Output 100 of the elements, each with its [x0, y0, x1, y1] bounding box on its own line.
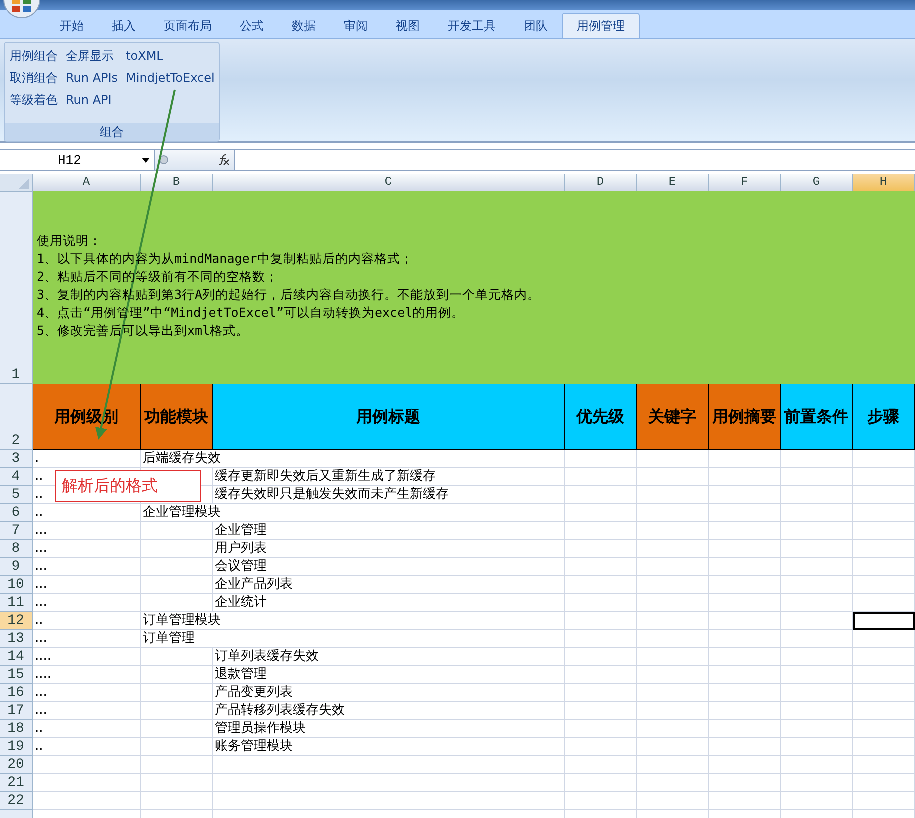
table-cell [781, 774, 853, 792]
corner-triangle-icon [19, 179, 29, 189]
row-header[interactable]: 22 [0, 792, 33, 810]
row-header[interactable]: 15 [0, 666, 33, 684]
ribbon-tab[interactable]: 页面布局 [150, 14, 226, 38]
table-cell [637, 522, 709, 540]
instruction-line: 5、修改完善后可以导出到xml格式。 [37, 322, 250, 340]
table-cell [781, 738, 853, 756]
table-cell [565, 594, 637, 612]
row-header[interactable]: 7 [0, 522, 33, 540]
row-header[interactable]: 19 [0, 738, 33, 756]
table-cell [853, 630, 915, 648]
ribbon-button[interactable]: Run API [65, 89, 120, 111]
ribbon-tab[interactable]: 审阅 [330, 14, 382, 38]
row-header[interactable]: 9 [0, 558, 33, 576]
table-cell [141, 558, 213, 576]
function-icon[interactable] [218, 154, 230, 166]
table-cell [709, 450, 781, 468]
table-cell: ... [33, 594, 141, 612]
table-cell [709, 756, 781, 774]
table-cell [853, 522, 915, 540]
row-header[interactable]: 20 [0, 756, 33, 774]
table-cell [853, 702, 915, 720]
row-header[interactable]: 16 [0, 684, 33, 702]
header-cell: 前置条件 [781, 384, 853, 450]
row-header[interactable]: 17 [0, 702, 33, 720]
header-cell: 功能模块 [141, 384, 213, 450]
table-cell: ... [33, 540, 141, 558]
ribbon-button[interactable]: 等级着色 [9, 89, 59, 111]
table-cell [637, 774, 709, 792]
table-cell [709, 720, 781, 738]
row-header[interactable]: 21 [0, 774, 33, 792]
row-header[interactable]: 4 [0, 468, 33, 486]
table-cell: 订单列表缓存失效 [213, 648, 565, 666]
column-header[interactable]: G [781, 174, 853, 192]
ribbon-button[interactable]: 用例组合 [9, 45, 59, 67]
ribbon-tab[interactable]: 用例管理 [562, 13, 640, 38]
ribbon-tab[interactable]: 开始 [46, 14, 98, 38]
table-cell [565, 576, 637, 594]
table-cell [565, 756, 637, 774]
table-cell [565, 558, 637, 576]
row-header[interactable]: 11 [0, 594, 33, 612]
row-header[interactable]: 8 [0, 540, 33, 558]
table-cell: 缓存更新即失效后又重新生成了新缓存 [213, 468, 565, 486]
ribbon-button[interactable]: toXML [125, 45, 216, 67]
row-header[interactable]: 12 [0, 612, 33, 630]
table-cell [709, 468, 781, 486]
row-header[interactable]: 10 [0, 576, 33, 594]
table-cell [637, 738, 709, 756]
header-cell: 用例标题 [213, 384, 565, 450]
table-cell [709, 738, 781, 756]
table-cell [781, 504, 853, 522]
instruction-line: 2、粘贴后不同的等级前有不同的空格数； [37, 268, 280, 286]
ribbon-tab[interactable]: 团队 [510, 14, 562, 38]
table-cell: 管理员操作模块 [213, 720, 565, 738]
ribbon-button[interactable]: MindjetToExcel [125, 67, 216, 89]
table-cell [565, 648, 637, 666]
ribbon-button[interactable]: 取消组合 [9, 67, 59, 89]
table-cell [637, 486, 709, 504]
table-cell [781, 612, 853, 630]
column-header[interactable]: D [565, 174, 637, 192]
table-cell [853, 450, 915, 468]
column-header[interactable]: A [33, 174, 141, 192]
ribbon-tab[interactable]: 插入 [98, 14, 150, 38]
row-header[interactable]: 18 [0, 720, 33, 738]
table-cell: 用户列表 [213, 540, 565, 558]
table-cell: ... [33, 702, 141, 720]
ribbon-tab[interactable]: 数据 [278, 14, 330, 38]
row-header[interactable]: 13 [0, 630, 33, 648]
ribbon-button[interactable]: Run APIs [65, 67, 120, 89]
header-cell: 步骤 [853, 384, 915, 450]
table-cell [709, 558, 781, 576]
table-cell [853, 558, 915, 576]
table-cell: .. [33, 504, 141, 522]
row-header[interactable]: 14 [0, 648, 33, 666]
table-cell: .. [33, 720, 141, 738]
ribbon-tab[interactable]: 开发工具 [434, 14, 510, 38]
row-header[interactable]: 6 [0, 504, 33, 522]
caret-icon[interactable] [142, 158, 150, 162]
table-cell [565, 540, 637, 558]
table-cell [709, 522, 781, 540]
table-cell [781, 594, 853, 612]
column-header[interactable]: E [637, 174, 709, 192]
table-cell [853, 738, 915, 756]
column-header[interactable]: H [853, 174, 915, 192]
column-header[interactable]: C [213, 174, 565, 192]
row-header[interactable]: 2 [0, 384, 33, 450]
table-cell: 企业管理模块 [141, 504, 565, 522]
ribbon-tab[interactable]: 视图 [382, 14, 434, 38]
ribbon-button[interactable]: 全屏显示 [65, 45, 120, 67]
table-cell: 订单管理 [141, 630, 565, 648]
table-cell [709, 666, 781, 684]
row-header[interactable]: 3 [0, 450, 33, 468]
table-cell: 订单管理模块 [141, 612, 565, 630]
table-cell [853, 666, 915, 684]
row-header[interactable]: 1 [0, 191, 33, 384]
column-header[interactable]: B [141, 174, 213, 192]
row-header[interactable]: 5 [0, 486, 33, 504]
column-header[interactable]: F [709, 174, 781, 192]
ribbon-tab[interactable]: 公式 [226, 14, 278, 38]
